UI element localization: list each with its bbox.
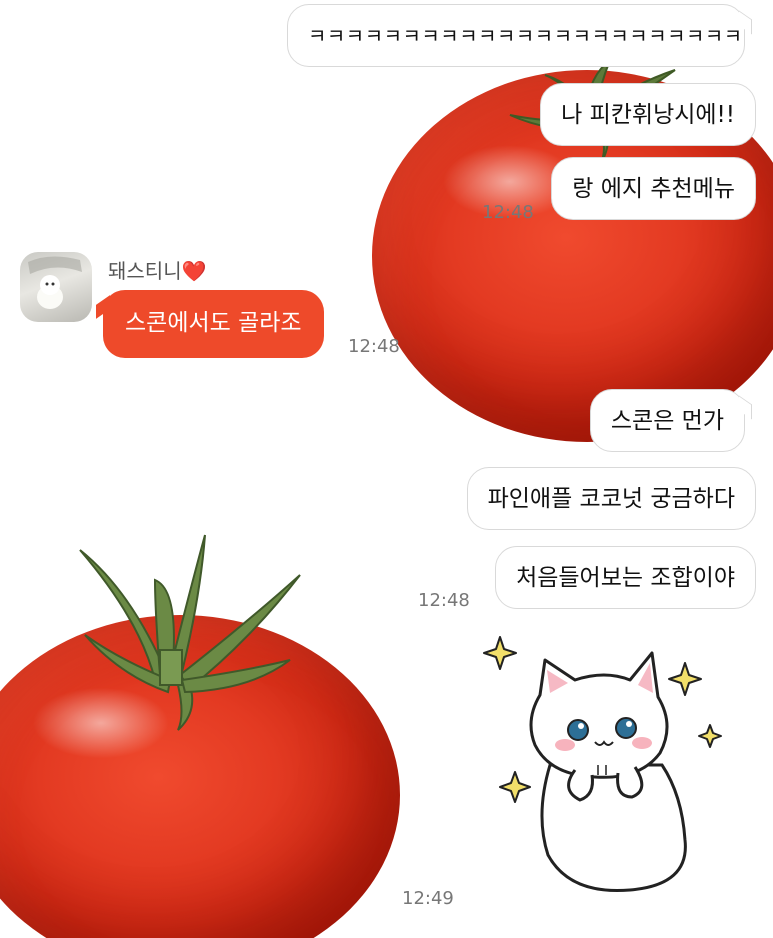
message-text: ㅋㅋㅋㅋㅋㅋㅋㅋㅋㅋㅋㅋㅋㅋㅋㅋㅋㅋㅋㅋㅋㅋㅋ <box>308 24 743 48</box>
message-timestamp: 12:49 <box>402 888 454 909</box>
my-message-bubble[interactable]: 나 피칸휘낭시에!! <box>540 83 756 146</box>
sender-name-text: 돼스티니 <box>108 259 182 283</box>
avatar-dog-icon <box>28 256 82 309</box>
message-timestamp: 12:48 <box>418 590 470 611</box>
their-message-bubble[interactable]: 스콘에서도 골라조 <box>103 290 324 358</box>
message-timestamp: 12:48 <box>348 336 400 357</box>
chat-view: ㅋㅋㅋㅋㅋㅋㅋㅋㅋㅋㅋㅋㅋㅋㅋㅋㅋㅋㅋㅋㅋㅋㅋ 나 피칸휘낭시에!! 랑 에지 … <box>0 0 773 938</box>
heart-icon: ❤️ <box>181 259 207 283</box>
my-message-bubble[interactable]: 처음들어보는 조합이야 <box>495 546 756 609</box>
tomato-stem-icon <box>79 534 301 731</box>
sender-name: 돼스티니❤️ <box>108 255 207 284</box>
avatar[interactable] <box>20 252 92 322</box>
my-message-bubble[interactable]: 파인애플 코코넛 궁금하다 <box>466 467 756 530</box>
message-text: 랑 에지 추천메뉴 <box>572 176 735 202</box>
my-message-bubble[interactable]: ㅋㅋㅋㅋㅋㅋㅋㅋㅋㅋㅋㅋㅋㅋㅋㅋㅋㅋㅋㅋㅋㅋㅋ <box>287 4 745 67</box>
message-timestamp: 12:48 <box>482 202 534 223</box>
message-text: 처음들어보는 조합이야 <box>516 565 735 591</box>
message-text: 스콘은 먼가 <box>610 408 724 434</box>
message-text: 스콘에서도 골라조 <box>125 310 302 336</box>
message-text: 나 피칸휘낭시에!! <box>561 102 735 128</box>
my-message-bubble[interactable]: 스콘은 먼가 <box>589 389 745 452</box>
white-cat-sticker[interactable] <box>480 625 730 910</box>
message-text: 파인애플 코코넛 궁금하다 <box>487 486 735 512</box>
my-message-bubble[interactable]: 랑 에지 추천메뉴 <box>551 157 756 220</box>
